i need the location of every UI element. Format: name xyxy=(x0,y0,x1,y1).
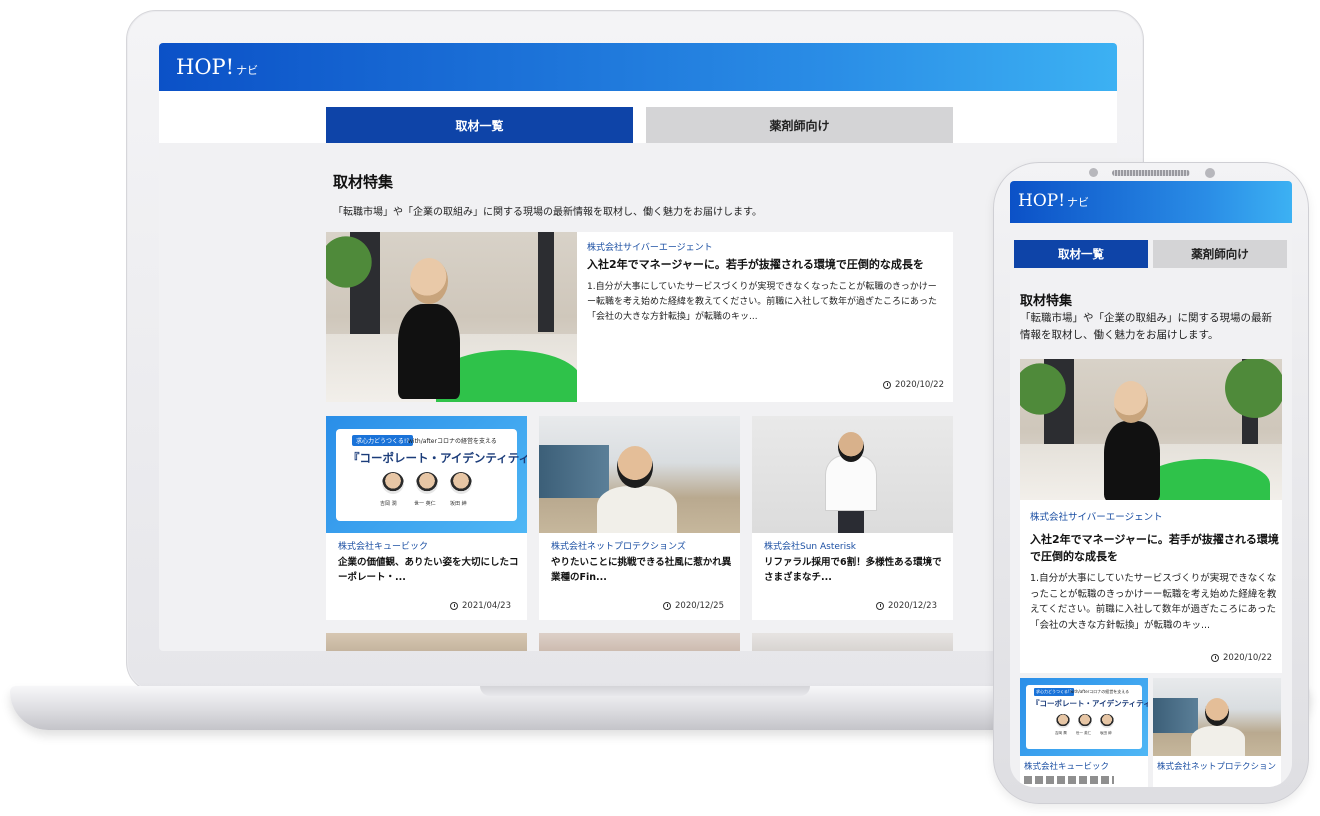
card-headline[interactable]: 企業の価値観、ありたい姿を大切にしたコーポレート・... xyxy=(338,555,520,585)
phone-camera xyxy=(1089,168,1098,177)
card-headline-cutoff xyxy=(1024,776,1114,784)
site-logo[interactable]: HOP! ナビ xyxy=(176,55,258,79)
card-date-text: 2020/12/25 xyxy=(675,601,724,611)
tab-bar xyxy=(159,91,1117,143)
tab-pharmacist[interactable]: 薬剤師向け xyxy=(1153,240,1287,268)
card-company[interactable]: 株式会社キュービック xyxy=(338,539,428,552)
banner-name: 世一 英仁 xyxy=(1076,731,1092,735)
laptop-notch xyxy=(480,686,810,696)
card-date-text: 2020/12/23 xyxy=(888,601,937,611)
card-thumbnail[interactable] xyxy=(752,416,953,533)
avatar xyxy=(1100,714,1114,728)
tab-interview-list[interactable]: 取材一覧 xyxy=(326,107,633,143)
laptop-screen: HOP! ナビ 取材一覧 薬剤師向け 取材特集 「転職市場」や「企業の取組み」に関… xyxy=(159,43,1117,651)
card-thumbnail[interactable] xyxy=(539,416,740,533)
banner-name: 吉岡 潤 xyxy=(380,501,397,507)
featured-article[interactable]: 株式会社サイバーエージェント 入社2年でマネージャーに。若手が抜擢される環境で圧… xyxy=(1020,359,1282,673)
section-description: 「転職市場」や「企業の取組み」に関する現場の最新情報を取材し、働く魅力をお届けし… xyxy=(333,207,762,218)
section-title: 取材特集 xyxy=(1020,294,1073,309)
logo-text: HOP! xyxy=(1018,191,1066,211)
banner-title: 『コーポレート・アイデンティティ』 xyxy=(348,451,527,465)
banner-name: 坂田 紳 xyxy=(450,501,467,507)
avatar xyxy=(382,472,404,494)
card-date: 2021/04/23 xyxy=(450,601,511,611)
card-thumbnail[interactable]: 求心力どうつくる!? with/afterコロナの経営を支える 『コーポレート・… xyxy=(326,416,527,533)
featured-photo[interactable] xyxy=(1020,359,1282,500)
featured-excerpt: 1.自分が大事にしていたサービスづくりが実現できなくなったことが転職のきっかけー… xyxy=(587,282,938,322)
card-date: 2020/12/25 xyxy=(663,601,724,611)
logo-text: HOP! xyxy=(176,55,235,79)
featured-date: 2020/10/22 xyxy=(1211,653,1272,663)
tab-pharmacist[interactable]: 薬剤師向け xyxy=(646,107,953,143)
card-company[interactable]: 株式会社ネットプロテクション xyxy=(1157,760,1276,772)
banner-name: 坂田 紳 xyxy=(1100,731,1112,735)
article-card[interactable]: 求心力どうつくる!? with/afterコロナの経営を支える 『コーポレート・… xyxy=(326,416,527,620)
avatar xyxy=(450,472,472,494)
clock-icon xyxy=(876,602,884,610)
featured-headline[interactable]: 入社2年でマネージャーに。若手が抜擢される環境で圧倒的な成長を xyxy=(587,256,924,272)
banner-name: 吉岡 潤 xyxy=(1055,731,1067,735)
banner-name: 世一 英仁 xyxy=(414,501,436,507)
card-date-text: 2021/04/23 xyxy=(462,601,511,611)
featured-photo[interactable] xyxy=(326,232,577,402)
clock-icon xyxy=(663,602,671,610)
avatar xyxy=(1056,714,1070,728)
avatar xyxy=(1078,714,1092,728)
avatar xyxy=(416,472,438,494)
featured-date-text: 2020/10/22 xyxy=(895,380,944,390)
tab-interview-list[interactable]: 取材一覧 xyxy=(1014,240,1148,268)
banner-sub: with/afterコロナの経営を支える xyxy=(1070,689,1130,694)
logo-sub: ナビ xyxy=(236,64,259,77)
featured-article[interactable]: 株式会社サイバーエージェント 入社2年でマネージャーに。若手が抜擢される環境で圧… xyxy=(326,232,953,402)
banner-title: 『コーポレート・アイデンティティ』 xyxy=(1032,699,1148,708)
phone-screen: HOP! ナビ 取材一覧 薬剤師向け 取材特集 「転職市場」や「企業の取組み」に関… xyxy=(1010,181,1292,787)
site-header: HOP! ナビ xyxy=(159,43,1117,91)
featured-date-text: 2020/10/22 xyxy=(1223,653,1272,663)
featured-company[interactable]: 株式会社サイバーエージェント xyxy=(587,240,713,253)
featured-excerpt: 1.自分が大事にしていたサービスづくりが実現できなくなったことが転職のきっかけー… xyxy=(1030,573,1277,631)
featured-date: 2020/10/22 xyxy=(883,380,944,390)
card-company[interactable]: 株式会社ネットプロテクションズ xyxy=(551,539,686,552)
banner-sub: with/afterコロナの経営を支える xyxy=(408,438,497,445)
clock-icon xyxy=(1211,654,1219,662)
article-card-peek[interactable] xyxy=(752,633,953,651)
article-card[interactable]: 株式会社Sun Asterisk リファラル採用で6割！多様性ある環境でさまざま… xyxy=(752,416,953,620)
article-card-peek[interactable] xyxy=(539,633,740,651)
article-card[interactable]: 株式会社ネットプロテクションズ やりたいことに挑戦できる社風に惹かれ異業種のFi… xyxy=(539,416,740,620)
article-card-peek[interactable] xyxy=(326,633,527,651)
card-thumbnail[interactable] xyxy=(1153,678,1281,756)
banner-tag: 求心力どうつくる!? xyxy=(1034,688,1074,696)
phone-sensor xyxy=(1205,168,1215,178)
card-thumbnail[interactable]: 求心力どうつくる!? with/afterコロナの経営を支える 『コーポレート・… xyxy=(1020,678,1148,756)
card-date: 2020/12/23 xyxy=(876,601,937,611)
featured-company[interactable]: 株式会社サイバーエージェント xyxy=(1030,509,1163,523)
banner-tag: 求心力どうつくる!? xyxy=(352,435,414,446)
site-logo[interactable]: HOP! ナビ xyxy=(1018,191,1089,211)
featured-headline[interactable]: 入社2年でマネージャーに。若手が抜擢される環境で圧倒的な成長を xyxy=(1030,531,1280,565)
card-headline[interactable]: やりたいことに挑戦できる社風に惹かれ異業種のFin... xyxy=(551,555,733,585)
logo-sub: ナビ xyxy=(1067,196,1090,209)
phone-speaker xyxy=(1112,170,1190,176)
card-company[interactable]: 株式会社Sun Asterisk xyxy=(764,539,856,552)
section-description: 「転職市場」や「企業の取組み」に関する現場の最新情報を取材し、働く魅力をお届けし… xyxy=(1020,312,1272,341)
article-card[interactable]: 株式会社ネットプロテクション xyxy=(1153,678,1281,787)
site-header: HOP! ナビ xyxy=(1010,181,1292,223)
clock-icon xyxy=(883,381,891,389)
card-company[interactable]: 株式会社キュービック xyxy=(1024,760,1109,772)
card-headline[interactable]: リファラル採用で6割！多様性ある環境でさまざまなチ... xyxy=(764,555,946,585)
section-title: 取材特集 xyxy=(333,173,394,191)
clock-icon xyxy=(450,602,458,610)
article-card[interactable]: 求心力どうつくる!? with/afterコロナの経営を支える 『コーポレート・… xyxy=(1020,678,1148,787)
